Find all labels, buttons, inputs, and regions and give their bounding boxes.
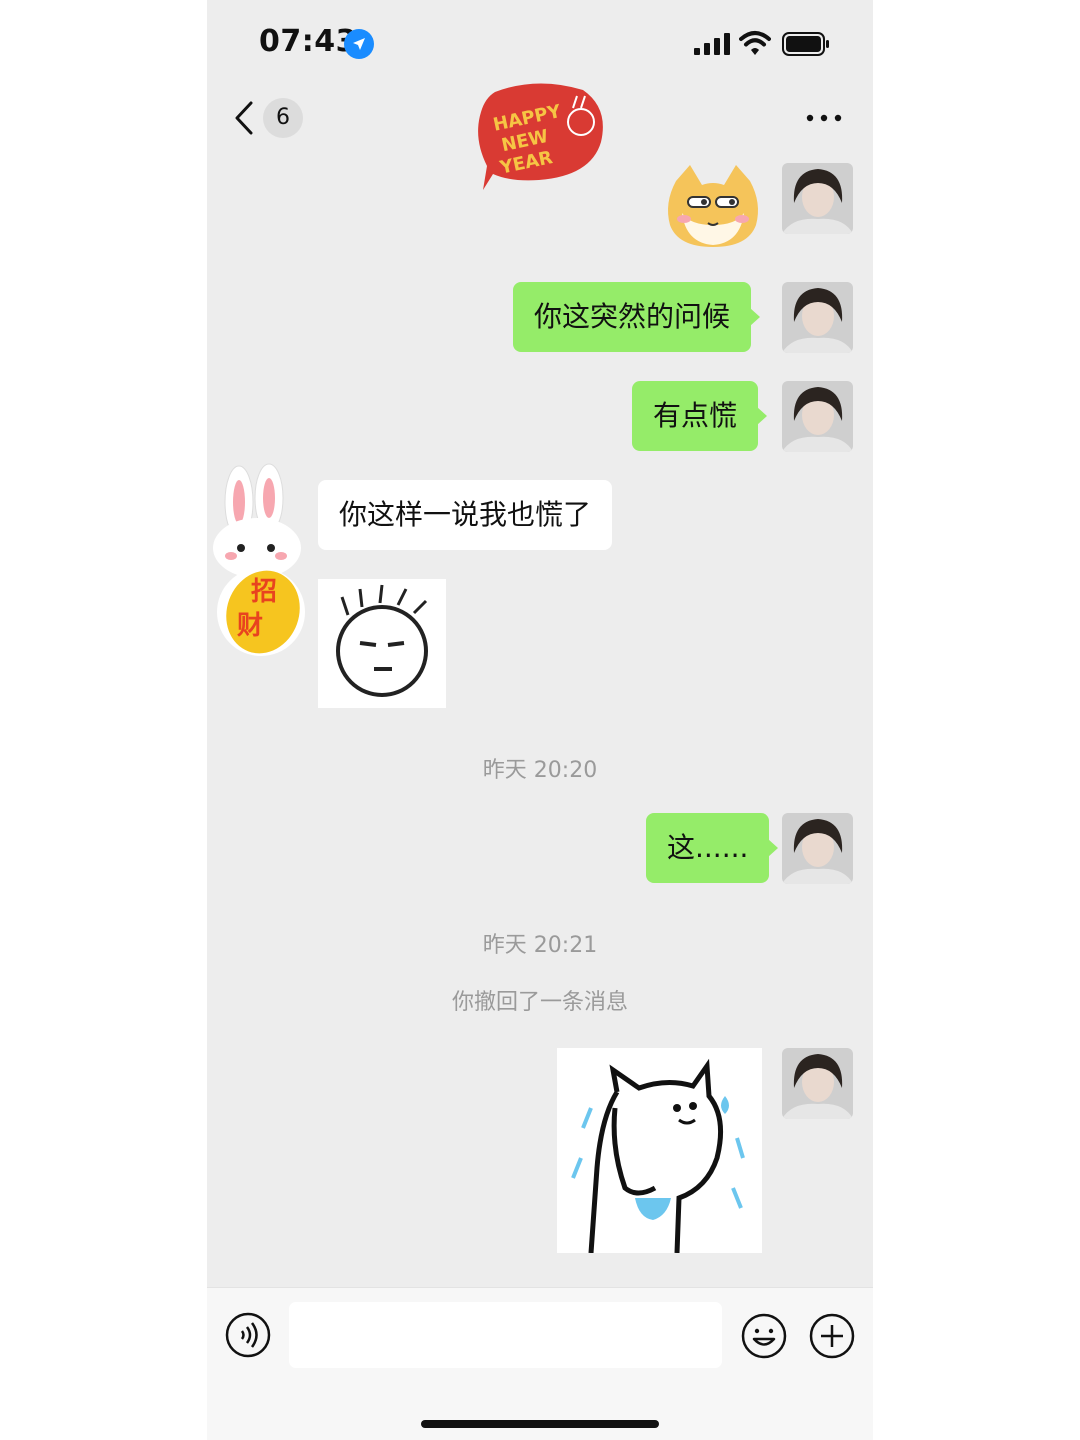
chat-screen: 07:43 6 HAPPY NEW YEAR 你这突然的问候 有点慌 招 财 你… [207,0,873,1440]
wifi-icon [739,31,771,55]
rabbit-lucky-sticker: 招 财 [213,463,305,656]
my-message-bubble[interactable]: 有点慌 [632,381,768,451]
cellular-signal-icon [694,33,730,55]
home-indicator[interactable] [421,1420,659,1428]
recalled-message-notice: 你撤回了一条消息 [451,990,628,1015]
chat-input-bar [207,1287,873,1440]
back-chevron-icon[interactable] [233,100,255,136]
unread-count-badge[interactable]: 6 [263,98,303,138]
happy-new-year-sticker: HAPPY NEW YEAR [478,83,603,190]
timestamp: 昨天 20:21 [482,933,598,958]
more-options-icon[interactable] [804,108,844,128]
add-attachment-icon[interactable] [808,1312,856,1360]
message-input[interactable] [289,1302,722,1368]
status-bar: 07:43 [207,0,873,86]
voice-input-icon[interactable] [225,1312,271,1358]
timestamp: 昨天 20:20 [482,758,598,783]
doodle-face-sticker[interactable] [318,579,446,708]
status-time: 07:43 [259,24,357,59]
my-avatar[interactable] [782,282,853,353]
my-message-bubble[interactable]: 你这突然的问候 [513,282,761,352]
my-avatar[interactable] [782,381,853,452]
my-message-bubble[interactable]: 这...... [646,813,779,883]
location-arrow-icon [344,29,374,59]
my-avatar[interactable] [782,813,853,884]
my-avatar[interactable] [782,1048,853,1119]
rabbit-sticker-char-1: 招 [251,577,277,607]
sweating-cat-sticker[interactable] [557,1048,762,1253]
my-avatar[interactable] [782,163,853,234]
emoji-face-icon[interactable] [740,1312,788,1360]
rabbit-sticker-char-2: 财 [237,611,263,641]
battery-icon [782,32,829,56]
other-message-bubble[interactable]: 你这样一说我也慌了 [318,480,613,550]
shiba-dog-sticker[interactable] [664,163,762,249]
